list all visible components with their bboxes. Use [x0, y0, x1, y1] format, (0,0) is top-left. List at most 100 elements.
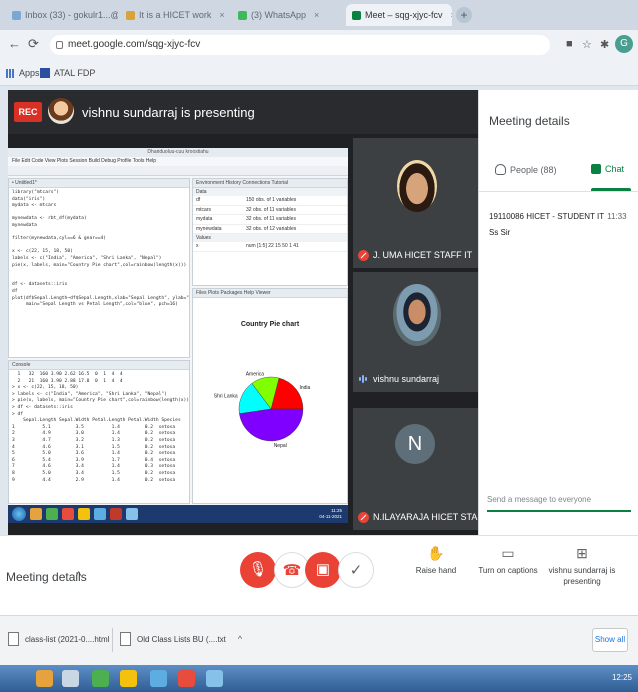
app-icon[interactable]: [178, 670, 195, 687]
pie-slice: [239, 408, 304, 442]
mic-off-icon: 🎙: [248, 561, 268, 578]
shared-screen: Dhariduoluu-cuu kroostiahu File Edit Cod…: [8, 148, 348, 523]
participant-video: [397, 160, 437, 212]
env-row[interactable]: mydata 32 obs. of 11 variables: [193, 215, 347, 225]
participant-tile[interactable]: J. UMA HICET STAFF IT: [353, 138, 478, 268]
code-line: labels <- c("India", "America", "Shri La…: [12, 255, 162, 261]
download-item[interactable]: Old Class Lists BU (....txt ^: [120, 632, 242, 646]
console-tab: Console: [9, 361, 189, 370]
extension-puzzle-icon[interactable]: ✱: [600, 38, 609, 51]
new-tab-button[interactable]: +: [456, 7, 472, 23]
code-line: x <- c(22, 15, 18, 50): [12, 249, 73, 255]
code-line: > pie(x, labels, main="Country Pie chart…: [12, 398, 190, 404]
address-toolbar: ← ⟳ meet.google.com/sqg-xjyc-fcv ■ ☆ ✱ G: [0, 30, 638, 60]
address-bar[interactable]: meet.google.com/sqg-xjyc-fcv: [50, 35, 550, 55]
divider: [112, 628, 113, 652]
pie-chart: India America Shri Lanka Nepal: [214, 372, 311, 449]
shared-taskbar: 11:25 04-11-2021: [8, 505, 348, 523]
env-row[interactable]: mynewdata 32 obs. of 12 variables: [193, 225, 347, 234]
meeting-details-panel: Meeting details People (88) Chat 1911008…: [478, 90, 638, 535]
participant-tile[interactable]: vishnu sundarraj: [353, 272, 478, 392]
chrome-icon[interactable]: [120, 670, 137, 687]
lock-icon: [56, 41, 63, 49]
participant-tile[interactable]: N N.ILAYARAJA HICET STAFF IT: [353, 408, 499, 530]
chevron-up-icon[interactable]: ^: [238, 634, 242, 644]
participant-name: J. UMA HICET STAFF IT: [373, 250, 473, 260]
camera-off-button[interactable]: ▣: [305, 552, 341, 588]
tab-chat[interactable]: Chat: [591, 164, 624, 174]
rstudio-menu: File Edit Code View Plots Session Build …: [8, 157, 348, 166]
code-line: 7 4.6 3.4 1.4 0.3 setosa: [12, 464, 176, 470]
code-line: filter(mynewdata,cyl==6 & gear==4): [12, 236, 107, 242]
rstudio-toolbar: [8, 166, 348, 176]
app-icon[interactable]: [150, 670, 167, 687]
mic-off-icon: [358, 250, 369, 261]
editor-tabs: • Untitled1*: [9, 179, 189, 188]
environment-tabs: Environment History Connections Tutorial: [193, 179, 347, 188]
tab-people[interactable]: People (88): [495, 164, 557, 175]
system-clock: 12:25: [611, 673, 632, 682]
chat-message-text: Ss Sir: [489, 228, 511, 237]
apps-grid-icon: [6, 68, 15, 78]
folder-icon[interactable]: [36, 670, 53, 687]
profile-avatar[interactable]: G: [615, 35, 633, 53]
code-line: > x <- c(22, 15, 18, 50): [12, 385, 79, 391]
plots-pane: Files Plots Packages Help Viewer Country…: [192, 288, 348, 504]
app-icon[interactable]: [62, 670, 79, 687]
meet-controls: Meeting details ^ 🎙 ☎ ▣ ✓ ✋ Raise hand ▭…: [0, 535, 638, 615]
download-item[interactable]: class-list (2021-0....html ^: [8, 632, 126, 646]
participant-avatar: N: [395, 424, 435, 464]
recording-badge: REC: [14, 102, 42, 122]
pie-label: India: [299, 385, 310, 391]
close-tab-icon[interactable]: ×: [314, 10, 319, 20]
environment-pane: Environment History Connections Tutorial…: [192, 178, 348, 286]
app-icon[interactable]: [206, 670, 223, 687]
meet-icon: [352, 10, 361, 20]
tab-hicet-work[interactable]: It is a HICET work ×: [120, 4, 228, 26]
doc-icon: [126, 10, 135, 20]
pie-label: Nepal: [274, 443, 287, 449]
meeting-details-button[interactable]: Meeting details: [6, 570, 87, 584]
code-line: 1 32 160 3.90 2.62 16.5 0 1 4 4: [12, 372, 123, 377]
tab-gmail[interactable]: Inbox (33) - gokulr1...@ HBBA... ×: [6, 4, 118, 26]
shared-clock: 11:25 04-11-2021: [319, 508, 342, 519]
camera-off-icon: ▣: [315, 561, 331, 578]
presenting-text: vishnu sundarraj is presenting: [82, 105, 255, 120]
windows-taskbar: 12:25: [0, 665, 638, 692]
presenting-button[interactable]: ⊞ vishnu sundarraj is presenting: [542, 545, 622, 587]
close-tab-icon[interactable]: ×: [451, 10, 452, 20]
mic-off-icon: [358, 512, 369, 523]
show-all-button[interactable]: Show all: [592, 628, 628, 652]
close-tab-icon[interactable]: ×: [219, 10, 224, 20]
raise-hand-button[interactable]: ✋ Raise hand: [396, 546, 476, 576]
star-icon[interactable]: ☆: [582, 38, 592, 51]
captions-button[interactable]: ▭ Turn on captions: [468, 546, 548, 576]
env-row[interactable]: df 150 obs. of 1 variables: [193, 196, 347, 206]
reload-icon[interactable]: ⟳: [28, 36, 39, 52]
chat-input[interactable]: Send a message to everyone: [487, 490, 631, 512]
bookmark-apps[interactable]: Apps: [6, 68, 40, 78]
chevron-up-icon[interactable]: ^: [76, 570, 81, 582]
speaking-indicator-icon: [359, 374, 367, 384]
env-row[interactable]: mtcars 32 obs. of 11 variables: [193, 206, 347, 215]
app-icon: [62, 508, 74, 520]
back-arrow-icon[interactable]: ←: [8, 36, 21, 51]
bookmark-atal-fdp[interactable]: ATAL FDP: [40, 68, 95, 78]
code-line: 8 5.0 3.4 1.5 0.2 setosa: [12, 470, 176, 476]
code-line: 9 4.4 2.9 1.4 0.2 setosa: [12, 477, 176, 483]
chat-icon: [591, 164, 601, 174]
downloads-bar: class-list (2021-0....html ^ Old Class L…: [0, 615, 638, 665]
mic-off-button[interactable]: 🎙: [240, 552, 276, 588]
gmail-icon: [12, 10, 21, 20]
present-screen-icon: ⊞: [576, 545, 588, 561]
bookmarks-bar: Apps ATAL FDP: [0, 60, 638, 86]
env-row[interactable]: x num [1:5] 22 15 50 1 41: [193, 242, 347, 252]
env-section-data: Data: [193, 188, 347, 196]
app-icon[interactable]: [92, 670, 109, 687]
camera-icon[interactable]: ■: [566, 38, 573, 50]
tab-meet[interactable]: Meet – sqg-xjyc-fcv ×: [346, 4, 452, 26]
plots-tabs: Files Plots Packages Help Viewer: [193, 289, 347, 298]
tab-whatsapp[interactable]: (3) WhatsApp ×: [232, 4, 344, 26]
check-button[interactable]: ✓: [338, 552, 374, 588]
